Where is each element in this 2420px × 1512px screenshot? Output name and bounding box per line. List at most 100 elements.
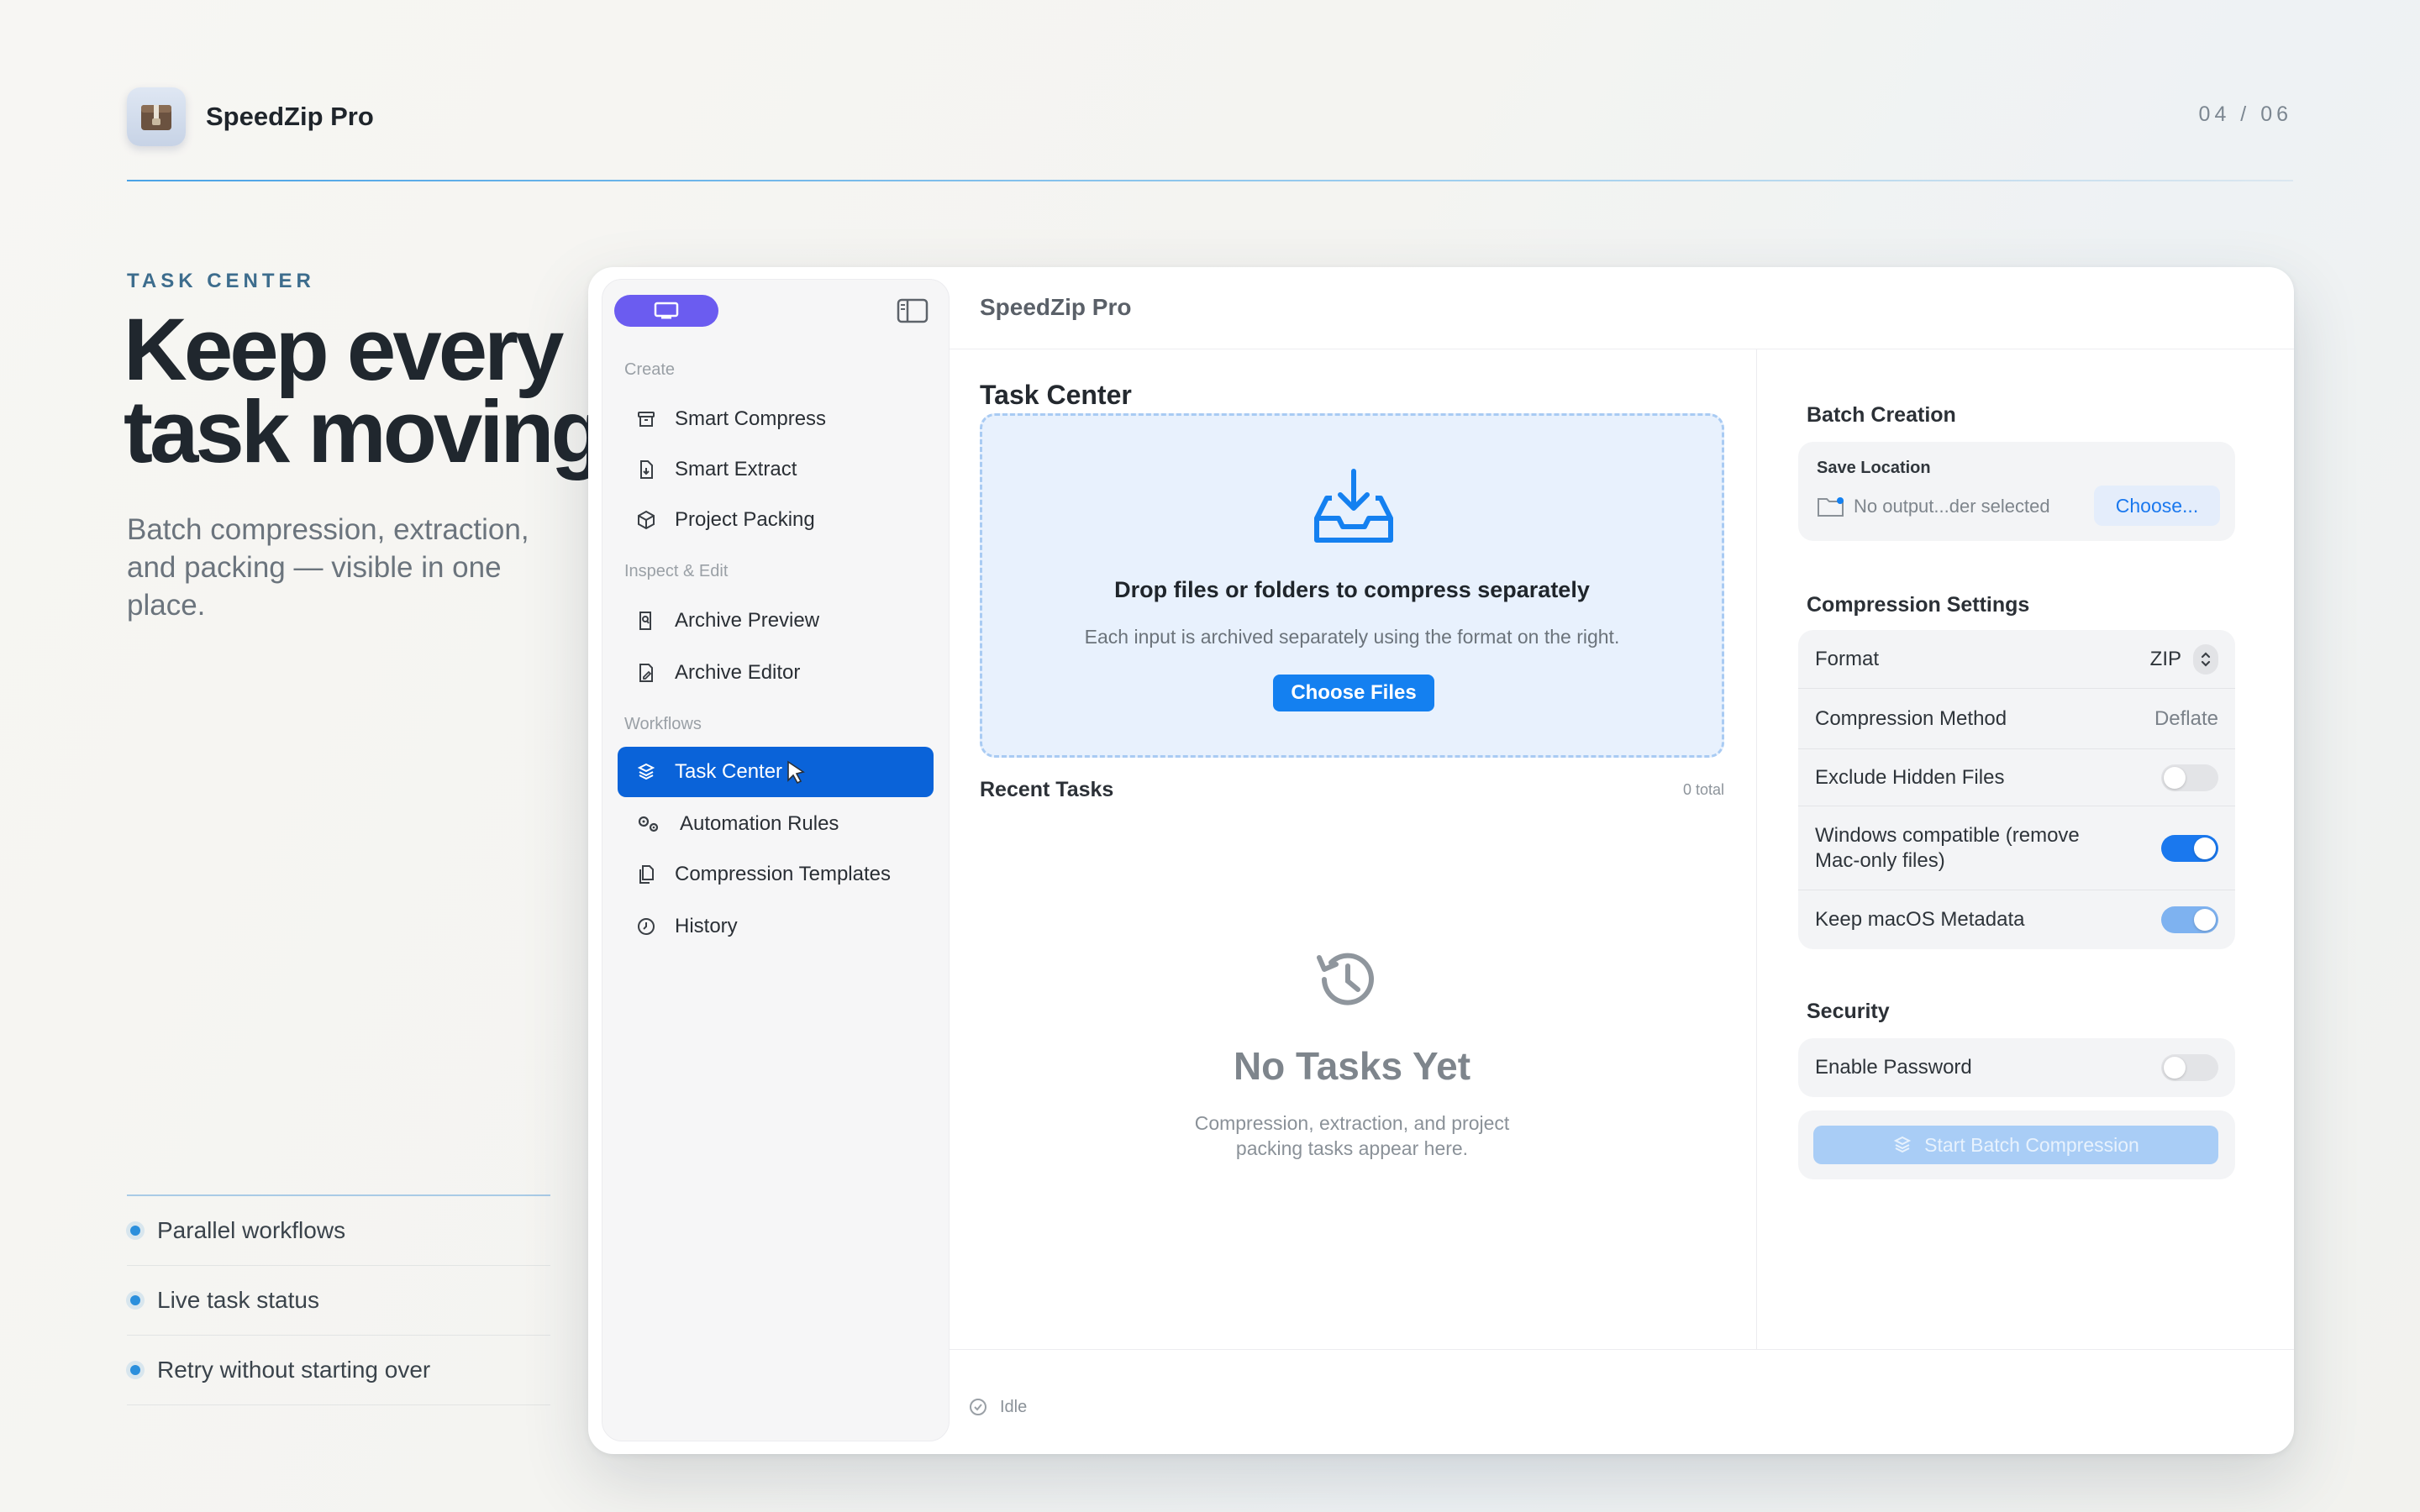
windows-compatible-label: Windows compatible (remove Mac-only file… (1815, 823, 2080, 872)
app-window: Create Smart Compress Smart Extract Proj… (588, 267, 2294, 1454)
sidebar-item-label: Task Center (675, 760, 783, 783)
headline-line-1: Keep every (124, 301, 564, 399)
main-content: Task Center Drop files or folders to com… (950, 349, 1724, 1349)
password-label: Enable Password (1815, 1056, 1972, 1079)
exclude-hidden-label: Exclude Hidden Files (1815, 765, 2005, 789)
feature-bullet: Parallel workflows (127, 1196, 550, 1266)
format-label: Format (1815, 647, 1880, 670)
clock-icon (638, 918, 655, 935)
bullet-dot-icon (130, 1226, 140, 1236)
sidebar-item-compression-templates[interactable]: Compression Templates (618, 849, 934, 900)
feature-bullets: Parallel workflows Live task status Retr… (127, 1194, 550, 1405)
headline-line-2: task moving. (124, 383, 626, 481)
windows-compatible-row: Windows compatible (remove Mac-only file… (1798, 806, 2235, 890)
sidebar-item-label: History (675, 915, 738, 937)
compression-method-label: Compression Method (1815, 706, 2007, 730)
subcopy: Batch compression, extraction, and packi… (127, 513, 529, 622)
sidebar-item-smart-compress[interactable]: Smart Compress (618, 394, 934, 444)
header-divider (127, 180, 2293, 181)
password-toggle[interactable] (2161, 1054, 2218, 1081)
save-location-card: Save Location No output...der selected C… (1798, 442, 2235, 541)
sidebar-item-project-packing[interactable]: Project Packing (618, 495, 934, 545)
bullet-label: Live task status (157, 1287, 319, 1313)
sidebar-item-task-center[interactable]: Task Center (618, 747, 934, 797)
sidebar-item-archive-preview[interactable]: Archive Preview (618, 596, 934, 646)
workspace-switcher-button[interactable] (614, 295, 718, 327)
sidebar-item-label: Compression Templates (675, 863, 892, 885)
sidebar-item-label: Smart Compress (675, 407, 827, 430)
sidebar-item-label: Project Packing (675, 508, 815, 531)
sidebar: Create Smart Compress Smart Extract Proj… (602, 279, 950, 1441)
keep-metadata-toggle[interactable] (2161, 906, 2218, 933)
bullet-label: Parallel workflows (157, 1217, 346, 1243)
brand-name: SpeedZip Pro (206, 102, 374, 131)
recent-tasks-heading: Recent Tasks (980, 778, 1114, 801)
sidebar-item-archive-editor[interactable]: Archive Editor (618, 648, 934, 698)
archive-box-icon (638, 412, 655, 427)
recent-tasks-count: 0 total (1682, 781, 1724, 798)
keep-metadata-label: Keep macOS Metadata (1815, 908, 2025, 931)
empty-state-subtitle: Compression, extraction, and project pac… (1194, 1112, 1510, 1159)
layers-icon (1893, 1136, 1912, 1153)
panel-divider (1756, 349, 1757, 1349)
sidebar-item-label: Automation Rules (680, 812, 839, 835)
app-icon (127, 87, 186, 146)
sidebar-item-label: Archive Editor (675, 661, 801, 684)
sidebar-section-workflows: Workflows (624, 715, 702, 733)
page-title: Task Center (980, 380, 1132, 410)
save-location-label: Save Location (1817, 459, 1931, 477)
format-select[interactable]: ZIP (2150, 648, 2181, 671)
start-button-card: Start Batch Compression (1798, 1110, 2235, 1179)
display-icon (654, 302, 679, 319)
status-bar: Idle (950, 1349, 2294, 1454)
page-counter: 04 / 06 (2198, 102, 2292, 126)
gears-icon (638, 816, 659, 832)
history-icon (1317, 953, 1374, 1005)
drop-zone-subtitle: Each input is archived separately using … (1084, 626, 1620, 648)
exclude-hidden-toggle[interactable] (2161, 764, 2218, 791)
windows-compatible-toggle[interactable] (2161, 834, 2218, 862)
exclude-hidden-row: Exclude Hidden Files (1798, 749, 2235, 806)
feature-bullet: Live task status (127, 1266, 550, 1336)
pointer-cursor-icon (787, 760, 805, 785)
choose-files-button[interactable]: Choose Files (1273, 675, 1434, 711)
save-location-value: No output...der selected (1854, 496, 2050, 517)
format-row: Format ZIP (1798, 630, 2235, 689)
compression-method-row: Compression Method Deflate (1798, 689, 2235, 749)
sidebar-item-history[interactable]: History (618, 901, 934, 952)
file-drop-zone[interactable]: Drop files or folders to compress separa… (980, 413, 1724, 758)
feature-bullet: Retry without starting over (127, 1336, 550, 1405)
tray-download-icon (1314, 469, 1393, 543)
chevron-up-down-icon (2201, 651, 2211, 667)
document-search-icon (639, 612, 651, 630)
document-edit-icon (639, 664, 653, 682)
start-batch-compression-button[interactable]: Start Batch Compression (1813, 1126, 2218, 1164)
sidebar-item-label: Archive Preview (675, 609, 820, 632)
sidebar-item-smart-extract[interactable]: Smart Extract (618, 444, 934, 495)
bullet-label: Retry without starting over (157, 1357, 431, 1383)
security-heading: Security (1807, 1000, 1890, 1023)
window-title: SpeedZip Pro (980, 294, 1132, 320)
checkmark-circle-icon (970, 1399, 986, 1415)
batch-creation-heading: Batch Creation (1807, 403, 1956, 427)
empty-state-title: No Tasks Yet (1233, 1044, 1471, 1088)
folder-icon (1818, 497, 1844, 517)
sidebar-item-automation-rules[interactable]: Automation Rules (618, 799, 934, 849)
sidebar-toggle-button[interactable] (897, 298, 929, 328)
format-stepper[interactable] (2193, 643, 2218, 675)
brand: SpeedZip Pro (127, 87, 374, 146)
compression-method-value[interactable]: Deflate (2154, 707, 2218, 731)
titlebar: SpeedZip Pro (950, 267, 2294, 349)
compression-settings-card: Format ZIP Compression Method Deflate Ex… (1798, 630, 2235, 949)
eyebrow: TASK CENTER (127, 270, 315, 292)
sidebar-section-create: Create (624, 360, 676, 379)
keep-metadata-row: Keep macOS Metadata (1798, 890, 2235, 949)
document-arrow-icon (640, 460, 653, 479)
bullet-dot-icon (130, 1365, 140, 1375)
bullet-dot-icon (130, 1295, 140, 1305)
documents-icon (639, 865, 654, 884)
drop-zone-title: Drop files or folders to compress separa… (1114, 577, 1590, 602)
layers-icon (637, 763, 655, 780)
cube-icon (638, 510, 655, 530)
choose-location-button[interactable]: Choose... (2094, 486, 2220, 526)
